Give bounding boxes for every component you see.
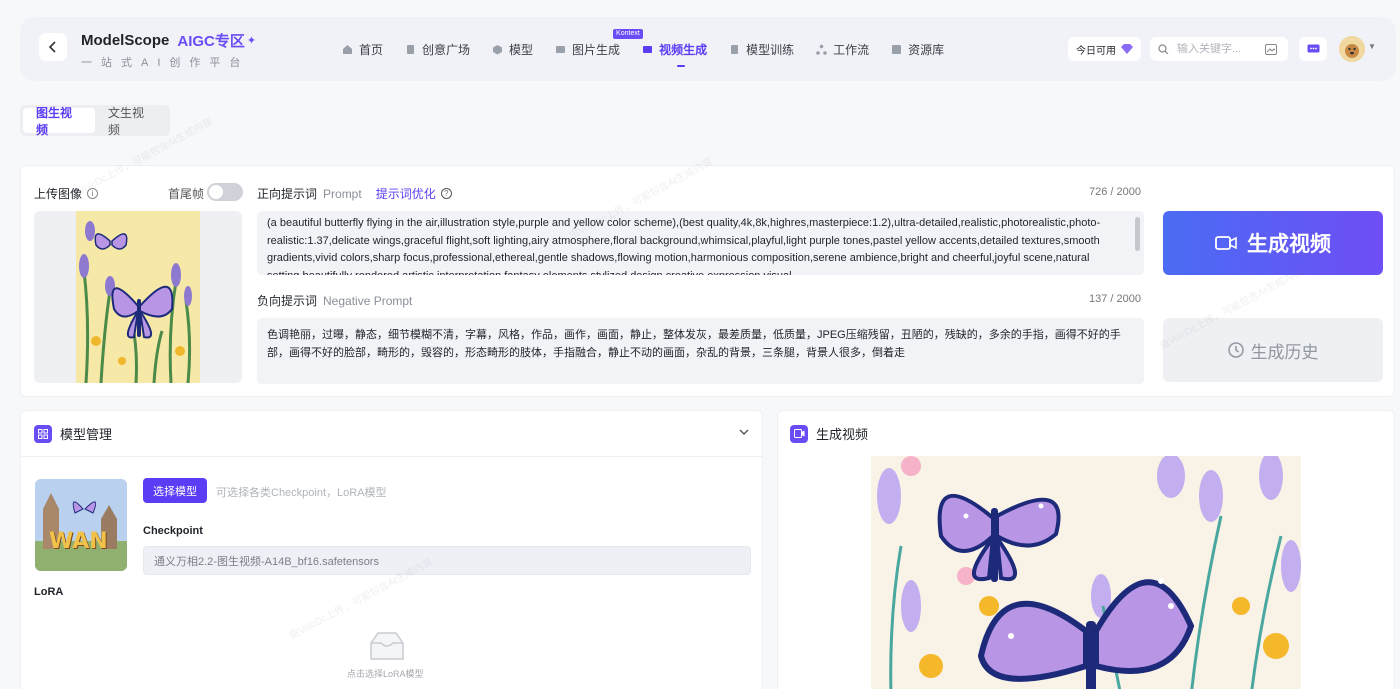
gem-icon xyxy=(1121,44,1133,54)
prompt-optimize-link[interactable]: 提示词优化 xyxy=(376,185,436,202)
back-button[interactable] xyxy=(39,33,67,61)
checkpoint-field[interactable]: 通义万相2.2-图生视频-A14B_bf16.safetensors xyxy=(143,546,751,575)
top-header: ModelScope AIGC专区 ✦ 一站式AI创作平台 首页 创意广场 模型… xyxy=(20,17,1396,81)
library-icon xyxy=(892,44,902,54)
message-button[interactable] xyxy=(1299,37,1327,61)
generate-video-button[interactable]: 生成视频 xyxy=(1163,211,1383,275)
nav-item-training[interactable]: 模型训练 xyxy=(729,17,794,81)
butterfly-video-frame xyxy=(871,456,1301,689)
generated-video-preview[interactable] xyxy=(871,456,1301,689)
avatar-dog-icon xyxy=(1339,36,1365,62)
help-icon[interactable]: ? xyxy=(440,188,452,199)
main-nav: 首页 创意广场 模型 Kontext 图片生成 视频生成 模型训练 工作流 资源… xyxy=(342,17,966,81)
nav-item-video-gen[interactable]: 视频生成 xyxy=(642,17,707,81)
checkpoint-value: 通义万相2.2-图生视频-A14B_bf16.safetensors xyxy=(154,555,379,568)
video-gen-icon xyxy=(643,45,653,53)
generation-history-button[interactable]: 生成历史 xyxy=(1163,318,1383,382)
video-icon xyxy=(790,424,808,443)
search-box[interactable] xyxy=(1150,37,1288,61)
creative-square-icon xyxy=(407,44,415,54)
model-management-panel: 模型管理 WAN 选择模型 可选择各类Checkpoint，LoRA模型 Che… xyxy=(20,410,763,689)
output-panel-header: 生成视频 xyxy=(790,424,868,443)
empty-inbox-icon[interactable] xyxy=(368,631,406,661)
brand-name: ModelScope xyxy=(81,32,170,49)
chevron-down-icon[interactable] xyxy=(739,427,749,437)
image-gen-icon xyxy=(556,45,566,53)
workflow-icon xyxy=(816,44,827,55)
tab-image-to-video[interactable]: 图生视频 xyxy=(23,106,95,137)
brand-logo[interactable]: ModelScope AIGC专区 ✦ 一站式AI创作平台 xyxy=(81,30,256,70)
nav-item-workflow[interactable]: 工作流 xyxy=(816,17,869,81)
select-model-hint: 可选择各类Checkpoint，LoRA模型 xyxy=(216,487,387,499)
nav-item-creative-square[interactable]: 创意广场 xyxy=(405,17,470,81)
brand-subtitle: 一站式AI创作平台 xyxy=(81,57,250,69)
negative-prompt-textarea[interactable]: 色调艳丽，过曝，静态，细节模糊不清，字幕，风格，作品，画作，画面，静止，整体发灰… xyxy=(257,318,1144,384)
model-cube-icon xyxy=(493,44,503,54)
model-panel-header[interactable]: 模型管理 xyxy=(21,411,762,457)
prompt-textarea[interactable]: (a beautiful butterfly flying in the air… xyxy=(257,211,1144,275)
search-icon xyxy=(1158,43,1169,54)
model-panel-title: 模型管理 xyxy=(60,427,113,442)
daily-quota[interactable]: 今日可用 xyxy=(1068,37,1141,61)
tab-text-to-video[interactable]: 文生视频 xyxy=(95,106,167,137)
chevron-left-icon xyxy=(48,41,56,53)
first-last-frame-label: 首尾帧 xyxy=(168,187,205,201)
output-panel-title: 生成视频 xyxy=(816,427,869,442)
wan-model-image xyxy=(35,479,127,571)
output-video-panel: 生成视频 xyxy=(777,410,1395,689)
butterfly-image xyxy=(76,211,200,383)
negative-prompt-counter: 137 / 2000 xyxy=(1089,293,1141,305)
chevron-down-icon[interactable]: ▼ xyxy=(1368,42,1376,51)
search-input[interactable] xyxy=(1177,43,1265,55)
prompt-counter: 726 / 2000 xyxy=(1089,186,1141,198)
negative-prompt-label: 负向提示词 Negative Prompt xyxy=(257,293,413,309)
prompt-panel: 上传图像 i 首尾帧 正向提示词 Prompt 提示词优化 ? 726 / 20… xyxy=(20,165,1395,397)
lora-empty-hint[interactable]: 点击选择LoRA模型 xyxy=(347,667,424,680)
daily-quota-label: 今日可用 xyxy=(1076,45,1116,57)
brand-aigc: AIGC专区 xyxy=(177,33,245,50)
nav-item-home[interactable]: 首页 xyxy=(342,17,383,81)
first-last-frame-toggle[interactable] xyxy=(207,183,243,201)
prompt-scrollbar[interactable] xyxy=(1135,217,1140,251)
image-search-icon[interactable] xyxy=(1265,43,1277,55)
training-icon xyxy=(731,44,739,54)
prompt-label: 正向提示词 Prompt 提示词优化 ? xyxy=(257,185,452,202)
select-model-button[interactable]: 选择模型 xyxy=(143,478,207,503)
info-icon[interactable]: i xyxy=(87,188,99,199)
wan-logo-graphic: WAN xyxy=(49,529,108,554)
nav-item-model[interactable]: 模型 xyxy=(492,17,533,81)
mode-tabs: 图生视频 文生视频 xyxy=(20,105,170,137)
prompt-text: (a beautiful butterfly flying in the air… xyxy=(267,217,1101,275)
upload-label: 上传图像 i xyxy=(34,185,99,202)
lora-label: LoRA xyxy=(34,586,64,598)
checkpoint-label: Checkpoint xyxy=(143,525,203,537)
video-camera-icon xyxy=(1215,236,1237,250)
avatar[interactable] xyxy=(1339,36,1365,62)
nav-item-library[interactable]: 资源库 xyxy=(891,17,944,81)
model-thumbnail[interactable]: WAN xyxy=(35,479,127,571)
negative-prompt-text: 色调艳丽，过曝，静态，细节模糊不清，字幕，风格，作品，画作，画面，静止，整体发灰… xyxy=(267,329,1121,359)
kontext-badge: Kontext xyxy=(613,29,643,39)
message-icon xyxy=(1307,44,1319,52)
home-icon xyxy=(343,44,352,54)
grid-icon xyxy=(34,424,52,443)
uploaded-image[interactable] xyxy=(34,211,242,383)
clock-icon xyxy=(1227,342,1244,358)
sparkle-icon: ✦ xyxy=(246,35,257,47)
nav-item-image-gen[interactable]: Kontext 图片生成 xyxy=(555,17,643,81)
